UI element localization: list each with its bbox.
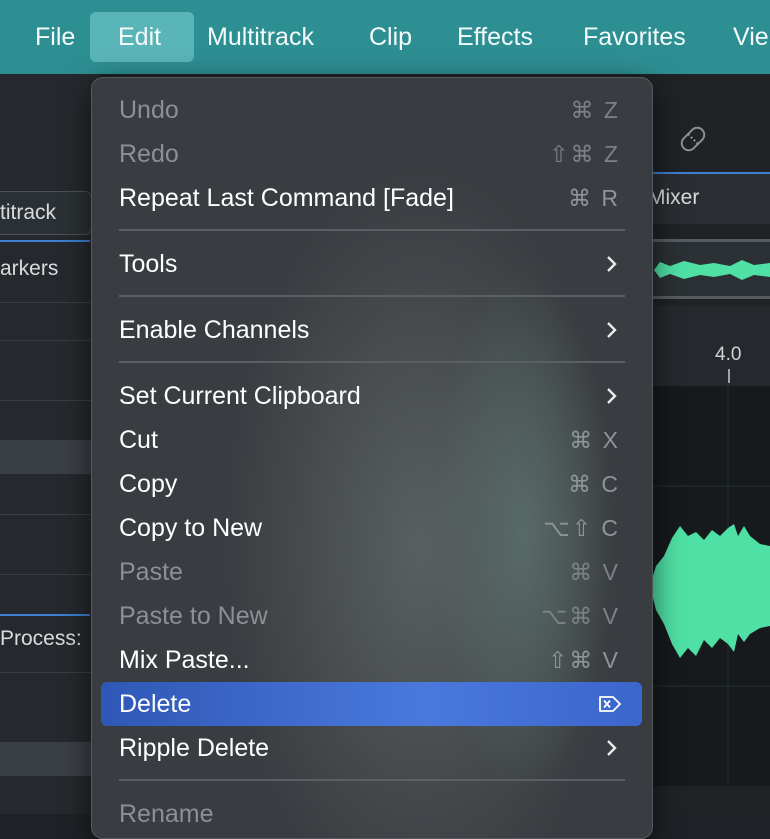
menu-separator [119,229,625,231]
left-panel: titrack arkers Process: [0,74,100,814]
menu-item-redo[interactable]: Redo ⇧⌘ Z [101,132,642,176]
menu-item-paste-to-new[interactable]: Paste to New ⌥⌘ V [101,594,642,638]
menu-multitrack[interactable]: Multitrack [179,12,342,62]
menu-item-cut[interactable]: Cut ⌘ X [101,418,642,462]
menu-item-copy[interactable]: Copy ⌘ C [101,462,642,506]
ruler-tick-label: 4.0 [715,344,742,365]
menu-effects[interactable]: Effects [429,12,561,62]
delete-forward-icon [599,696,621,712]
shortcut-label: ⇧⌘ V [547,647,620,673]
menu-item-copy-to-new[interactable]: Copy to New ⌥⇧ C [101,506,642,550]
menu-item-rename[interactable]: Rename [101,792,642,836]
menu-item-tools[interactable]: Tools [101,242,642,286]
heal-icon[interactable] [676,122,710,156]
menu-item-set-current-clipboard[interactable]: Set Current Clipboard [101,374,642,418]
menu-item-label: Paste [119,558,183,586]
chevron-right-icon [607,388,617,404]
menu-item-mix-paste[interactable]: Mix Paste... ⇧⌘ V [101,638,642,682]
shortcut-label: ⌥⇧ C [543,515,620,541]
menu-separator [119,779,625,781]
menu-item-label: Enable Channels [119,316,310,344]
menu-item-label: Redo [119,140,179,168]
shortcut-label: ⌘ R [568,185,620,211]
panel-tab-underline [0,240,90,242]
menu-item-label: Copy to New [119,514,263,542]
menu-favorites[interactable]: Favorites [555,12,714,62]
markers-tab-label: arkers [0,257,59,280]
menu-item-paste[interactable]: Paste ⌘ V [101,550,642,594]
menu-item-label: Set Current Clipboard [119,382,361,410]
workspace-label: titrack [0,201,57,224]
menu-item-label: Tools [119,250,178,278]
menu-item-label: Mix Paste... [119,646,250,674]
process-label: Process: [0,627,82,650]
menu-item-label: Copy [119,470,178,498]
waveform-view[interactable] [650,386,770,786]
overview-waveform [654,260,770,280]
menu-item-label: Paste to New [119,602,268,630]
menu-item-label: Ripple Delete [119,734,270,762]
menu-bar: File Edit Multitrack Clip Effects Favori… [0,0,770,74]
shortcut-label: ⌘ X [569,427,620,453]
menu-item-label: Cut [119,426,158,454]
menu-item-label: Rename [119,800,214,828]
shortcut-label: ⌥⌘ V [540,603,620,629]
chevron-right-icon [607,740,617,756]
menu-clip[interactable]: Clip [341,12,440,62]
menu-file[interactable]: File [7,12,103,62]
menu-item-label: Repeat Last Command [Fade] [119,184,454,212]
timeline-ruler [650,306,770,386]
mixer-tab-label[interactable]: Mixer [648,186,699,210]
menu-separator [119,295,625,297]
menu-item-repeat-last-command[interactable]: Repeat Last Command [Fade] ⌘ R [101,176,642,220]
right-panel: Mixer 4.0 [648,74,770,814]
panel-footer [0,742,100,776]
menu-item-enable-channels[interactable]: Enable Channels [101,308,642,352]
shortcut-label: ⇧⌘ Z [549,141,620,167]
menu-item-undo[interactable]: Undo ⌘ Z [101,88,642,132]
menu-item-label: Delete [119,690,192,718]
edit-menu-dropdown: Undo ⌘ Z Redo ⇧⌘ Z Repeat Last Command [… [91,77,653,839]
chevron-right-icon [607,256,617,272]
shortcut-label: ⌘ Z [570,97,620,123]
menu-view[interactable]: Vie [705,12,770,62]
menu-separator [119,361,625,363]
menu-item-delete[interactable]: Delete [101,682,642,726]
chevron-right-icon [607,322,617,338]
shortcut-label: ⌘ C [568,471,620,497]
menu-item-label: Undo [119,96,179,124]
menu-item-ripple-delete[interactable]: Ripple Delete [101,726,642,770]
panel-header [0,440,100,474]
shortcut-label: ⌘ V [569,559,620,585]
